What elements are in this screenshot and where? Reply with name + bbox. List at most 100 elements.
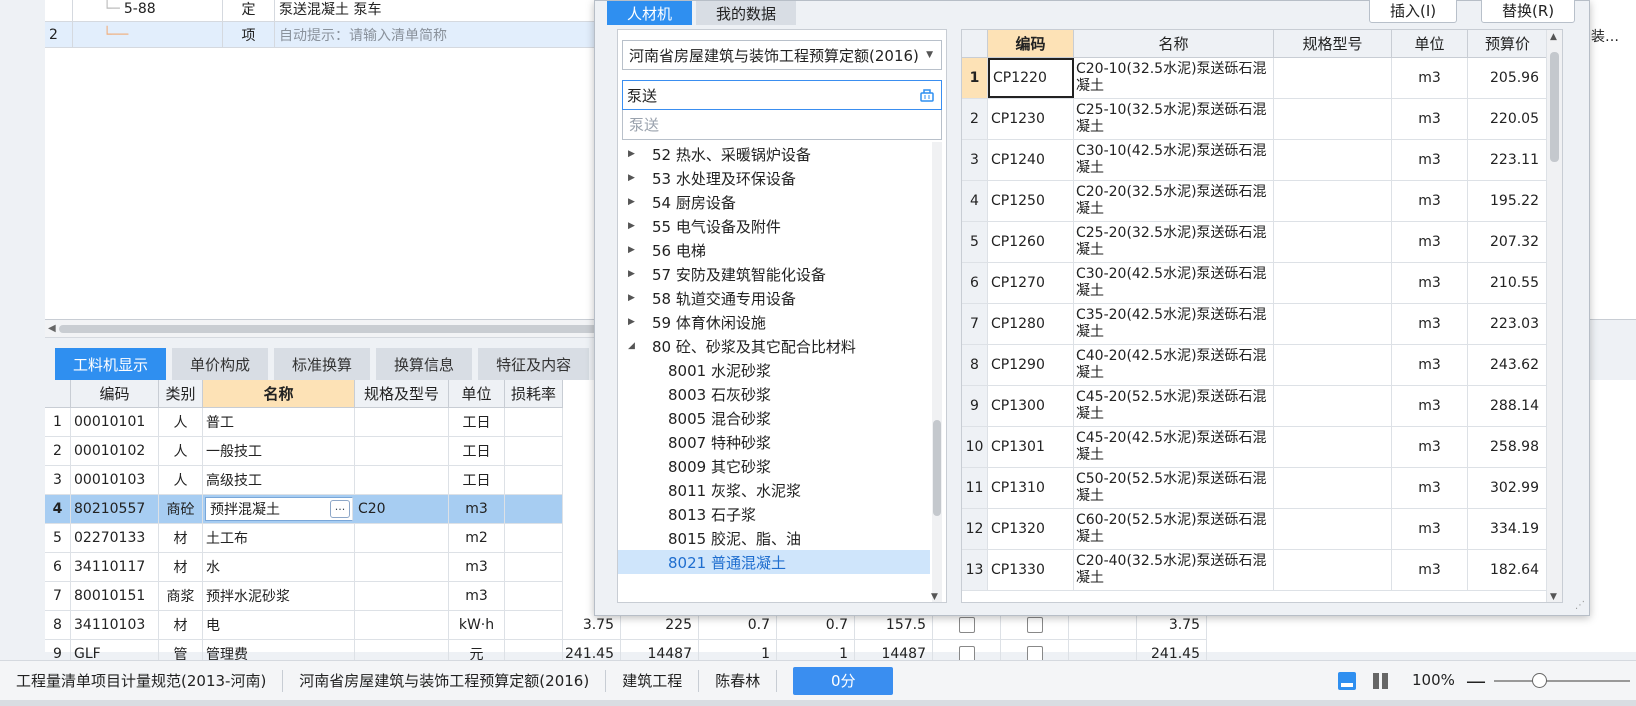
result-scrollbar[interactable]: ▲ ▼ <box>1546 30 1562 602</box>
row-name-hint[interactable]: 自动提示：请输入清单简称 <box>275 22 605 47</box>
row-type[interactable]: 材 <box>159 553 203 581</box>
row-number[interactable]: 1 <box>962 58 988 98</box>
row-type[interactable]: 商浆 <box>159 582 203 610</box>
header-price[interactable]: 预算价 <box>1468 30 1548 57</box>
row-type[interactable]: 人 <box>159 466 203 494</box>
row-code[interactable]: CP1240 <box>988 140 1074 180</box>
row-spec[interactable] <box>1274 550 1392 590</box>
row-spec[interactable]: C20 <box>355 495 449 523</box>
row-price[interactable]: 258.98 <box>1468 427 1548 467</box>
row-number[interactable]: 6 <box>45 553 71 581</box>
header-loss-rate[interactable]: 损耗率 <box>505 380 563 407</box>
row-unit[interactable]: m3 <box>1392 386 1468 426</box>
checkbox[interactable] <box>958 617 975 633</box>
search-input[interactable]: 泵送 <box>622 80 942 110</box>
row-name[interactable]: C20-20(32.5水泥)泵送砾石混凝土 <box>1074 181 1274 221</box>
row-code[interactable]: CP1220 <box>988 58 1074 98</box>
row-code[interactable]: 80210557 <box>71 495 159 523</box>
row-code[interactable]: 80010151 <box>71 582 159 610</box>
row-price[interactable]: 195.22 <box>1468 181 1548 221</box>
result-row[interactable]: 3 CP1240 C30-10(42.5水泥)泵送砾石混凝土 m3 223.11 <box>962 140 1548 181</box>
row-loss-rate[interactable] <box>505 553 563 581</box>
row-number[interactable]: 3 <box>962 140 988 180</box>
row-number[interactable]: 11 <box>962 468 988 508</box>
row-spec[interactable] <box>1274 345 1392 385</box>
row-spec[interactable] <box>1274 99 1392 139</box>
table-row[interactable]: 3 00010103 人高级技工 工日 <box>45 466 563 495</box>
row-number[interactable]: 5 <box>45 524 71 552</box>
result-row[interactable]: 13 CP1330 C20-40(32.5水泥)泵送砾石混凝土 m3 182.64 <box>962 550 1548 591</box>
header-name[interactable]: 名称 <box>203 380 355 407</box>
tree-item[interactable]: 8009 其它砂浆 <box>618 454 930 478</box>
row-unit[interactable]: m3 <box>449 553 505 581</box>
result-row[interactable]: 12 CP1320 C60-20(52.5水泥)泵送砾石混凝土 m3 334.19 <box>962 509 1548 550</box>
row-price[interactable]: 243.62 <box>1468 345 1548 385</box>
tree-item[interactable]: ▶ 59 体育休闲设施 <box>618 310 930 334</box>
row-name[interactable]: C30-20(42.5水泥)泵送砾石混凝土 <box>1074 263 1274 303</box>
insert-button[interactable]: 插入(I) <box>1369 0 1458 23</box>
table-row[interactable]: 1 00010101 人普工 工日 <box>45 408 563 437</box>
row-loss-rate[interactable] <box>505 495 563 523</box>
table-row[interactable]: 7 80010151 商浆 预拌水泥砂浆 m3 <box>45 582 563 611</box>
result-row[interactable]: 6 CP1270 C30-20(42.5水泥)泵送砾石混凝土 m3 210.55 <box>962 263 1548 304</box>
row-price[interactable]: 182.64 <box>1468 550 1548 590</box>
resize-grip-icon[interactable]: ⋰ <box>1575 600 1585 611</box>
row-name[interactable]: 普工 <box>203 408 355 436</box>
result-row[interactable]: 1 CP1220 C20-10(32.5水泥)泵送砾石混凝土 m3 205.96 <box>962 58 1548 99</box>
header-name[interactable]: 名称 <box>1074 30 1274 57</box>
search-suggestion[interactable]: 泵送 <box>622 110 942 140</box>
table-row[interactable]: 4 80210557 商砼 预拌混凝土 ··· C20 m3 <box>45 495 563 524</box>
row-code[interactable]: 00010102 <box>71 437 159 465</box>
row-spec[interactable] <box>355 466 449 494</box>
result-row[interactable]: 5 CP1260 C25-20(32.5水泥)泵送砾石混凝土 m3 207.32 <box>962 222 1548 263</box>
table-row[interactable]: └─ 5-88 定 泵送混凝土 泵车 <box>45 0 605 22</box>
row-name[interactable]: 电 <box>203 611 355 639</box>
tree-item[interactable]: 8007 特种砂浆 <box>618 430 930 454</box>
row-unit[interactable]: 工日 <box>449 437 505 465</box>
row-spec[interactable] <box>1274 263 1392 303</box>
tree-item[interactable]: 8021 普通混凝土 <box>618 550 930 574</box>
row-type[interactable]: 商砼 <box>159 495 203 523</box>
expand-arrow-icon[interactable]: ▶ <box>628 149 638 159</box>
replace-button[interactable]: 替换(R) <box>1481 0 1576 23</box>
single-view-icon[interactable] <box>1336 670 1358 692</box>
row-type[interactable]: 人 <box>159 408 203 436</box>
row-number[interactable]: 5 <box>962 222 988 262</box>
row-unit[interactable]: m2 <box>449 524 505 552</box>
row-spec[interactable] <box>1274 304 1392 344</box>
row-name[interactable]: C30-10(42.5水泥)泵送砾石混凝土 <box>1074 140 1274 180</box>
header-unit[interactable]: 单位 <box>449 380 505 407</box>
row-unit[interactable]: m3 <box>1392 99 1468 139</box>
row-name[interactable]: C25-10(32.5水泥)泵送砾石混凝土 <box>1074 99 1274 139</box>
row-spec[interactable] <box>355 582 449 610</box>
zoom-slider-handle[interactable] <box>1532 673 1547 688</box>
table-row[interactable]: 5 02270133 材土工布 m2 <box>45 524 563 553</box>
chevron-down-icon[interactable]: ▼ <box>926 50 933 60</box>
row-unit[interactable]: kW·h <box>449 611 505 639</box>
row-unit[interactable]: m3 <box>1392 263 1468 303</box>
quota-select[interactable]: 河南省房屋建筑与装饰工程预算定额(2016) ▼ <box>622 40 942 70</box>
row-code[interactable]: CP1230 <box>988 99 1074 139</box>
row-name[interactable]: C45-20(42.5水泥)泵送砾石混凝土 <box>1074 427 1274 467</box>
row-unit[interactable]: 工日 <box>449 466 505 494</box>
row-number[interactable]: 10 <box>962 427 988 467</box>
tree-item[interactable]: 8001 水泥砂浆 <box>618 358 930 382</box>
expand-arrow-icon[interactable]: ▶ <box>628 197 638 207</box>
row-loss-rate[interactable] <box>505 466 563 494</box>
row-number[interactable]: 2 <box>45 437 71 465</box>
row-loss-rate[interactable] <box>505 582 563 610</box>
zoom-out-icon[interactable]: — <box>1466 669 1486 693</box>
result-row[interactable]: 7 CP1280 C35-20(42.5水泥)泵送砾石混凝土 m3 223.03 <box>962 304 1548 345</box>
expand-arrow-icon[interactable]: ▶ <box>628 269 638 279</box>
row-loss-rate[interactable] <box>505 437 563 465</box>
row-unit[interactable]: 工日 <box>449 408 505 436</box>
horizontal-scrollbar[interactable]: ◀ <box>45 320 605 338</box>
row-unit[interactable]: m3 <box>449 582 505 610</box>
table-row[interactable]: 2 00010102 人一般技工 工日 <box>45 437 563 466</box>
status-quota[interactable]: 河南省房屋建筑与装饰工程预算定额(2016) <box>283 669 607 692</box>
row-name[interactable]: 预拌混凝土 ··· <box>205 497 353 521</box>
score-button[interactable]: 0分 <box>793 666 894 695</box>
header-unit[interactable]: 单位 <box>1392 30 1468 57</box>
row-loss-rate[interactable] <box>505 611 563 639</box>
expand-arrow-icon[interactable]: ▶ <box>628 173 638 183</box>
